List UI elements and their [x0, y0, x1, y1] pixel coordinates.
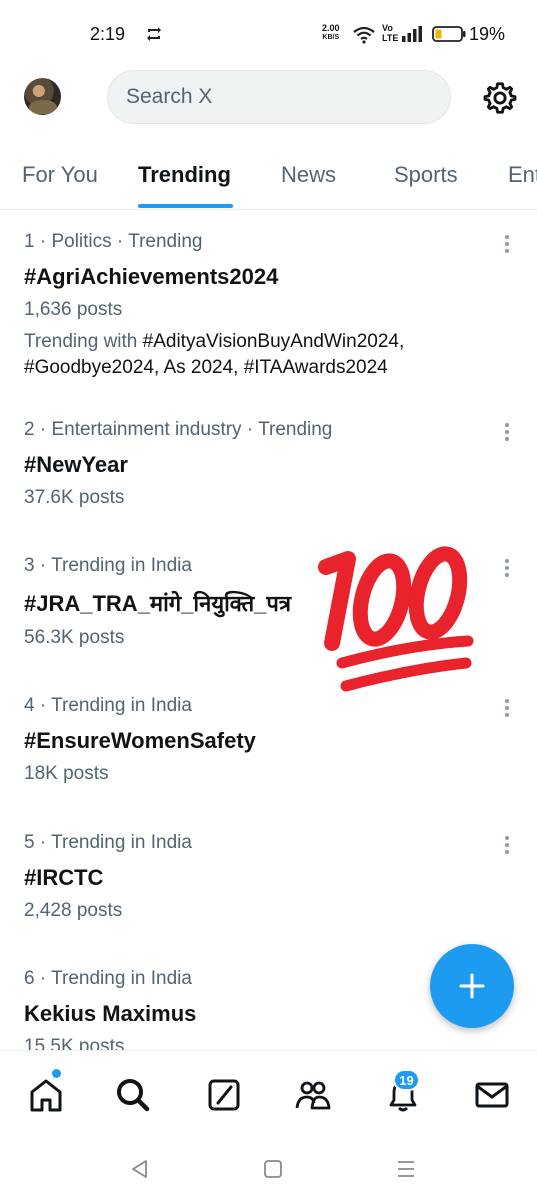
explore-tabs: For You Trending News Sports Ent — [0, 140, 537, 210]
trend-name: #EnsureWomenSafety — [24, 728, 256, 753]
trend-name: #JRA_TRA_मांगे_नियुक्ति_पत्र — [24, 591, 291, 616]
home-icon[interactable] — [26, 1075, 66, 1115]
network-speed: 2.00 KB/S — [322, 23, 340, 43]
search-icon[interactable] — [113, 1075, 153, 1115]
search-placeholder: Search X — [126, 85, 213, 108]
grok-icon[interactable] — [204, 1075, 244, 1115]
status-time: 2:19 — [90, 24, 126, 44]
wifi-icon — [353, 26, 375, 44]
trend-name: #AgriAchievements2024 — [24, 264, 279, 289]
search-input[interactable]: Search X — [107, 70, 451, 124]
trend-post-count: 18K posts — [24, 763, 109, 784]
trending-with-prefix: Trending with — [24, 331, 143, 352]
home-unread-dot — [52, 1069, 61, 1078]
trend-post-count: 1,636 posts — [24, 299, 123, 320]
trend-item[interactable]: 2 · Entertainment industry · Trending #N… — [0, 419, 537, 519]
network-speed-unit: KB/S — [322, 34, 340, 41]
home-button-icon[interactable] — [260, 1156, 286, 1182]
volte-top: Vo — [382, 23, 393, 33]
status-bar: 2:19 2.00 KB/S Vo LTE 19% — [0, 0, 537, 70]
tab-news[interactable]: News — [281, 162, 336, 188]
tab-entertainment[interactable]: Ent — [508, 162, 537, 188]
plus-icon — [459, 973, 485, 999]
tab-trending[interactable]: Trending — [138, 162, 231, 188]
trend-item[interactable]: 5 · Trending in India #IRCTC 2,428 posts — [0, 832, 537, 932]
volte-bottom: LTE — [382, 33, 399, 43]
communities-icon[interactable] — [293, 1075, 333, 1115]
compose-button[interactable] — [430, 944, 514, 1028]
active-tab-indicator — [138, 204, 233, 208]
trend-item[interactable]: 4 · Trending in India #EnsureWomenSafety… — [0, 695, 537, 795]
trend-name: #IRCTC — [24, 865, 104, 890]
battery-icon — [432, 26, 466, 42]
trend-meta: 5 · Trending in India — [24, 832, 192, 853]
top-header: Search X — [0, 68, 537, 128]
back-icon[interactable] — [127, 1156, 153, 1182]
trend-meta: 4 · Trending in India — [24, 695, 192, 716]
battery-percent: 19% — [469, 24, 506, 44]
more-vertical-icon[interactable] — [497, 697, 517, 719]
network-speed-value: 2.00 — [322, 23, 340, 33]
more-vertical-icon[interactable] — [497, 421, 517, 443]
trend-meta: 6 · Trending in India — [24, 968, 192, 989]
recents-icon[interactable] — [393, 1156, 419, 1182]
trend-post-count: 37.6K posts — [24, 487, 125, 508]
tab-for-you[interactable]: For You — [22, 162, 98, 188]
trend-item[interactable]: 1 · Politics · Trending #AgriAchievement… — [0, 231, 537, 391]
gear-icon[interactable] — [482, 80, 518, 116]
more-vertical-icon[interactable] — [497, 834, 517, 856]
bottom-nav: 19 — [0, 1050, 537, 1136]
trend-meta: 2 · Entertainment industry · Trending — [24, 419, 333, 440]
trend-meta: 3 · Trending in India — [24, 555, 192, 576]
trend-post-count: 56.3K posts — [24, 627, 125, 648]
trending-with: Trending with #AdityaVisionBuyAndWin2024… — [24, 329, 444, 381]
signal-icon — [402, 26, 422, 42]
trend-name: Kekius Maximus — [24, 1001, 197, 1026]
sync-icon — [147, 27, 161, 41]
avatar[interactable] — [24, 78, 61, 115]
more-vertical-icon[interactable] — [497, 557, 517, 579]
trend-name: #NewYear — [24, 452, 128, 477]
trend-post-count: 15.5K posts — [24, 1036, 125, 1050]
mail-icon[interactable] — [472, 1075, 512, 1115]
more-vertical-icon[interactable] — [497, 233, 517, 255]
notifications-badge: 19 — [393, 1069, 420, 1091]
hundred-points-emoji — [318, 546, 474, 692]
tab-sports[interactable]: Sports — [394, 162, 458, 188]
trend-meta: 1 · Politics · Trending — [24, 231, 203, 252]
volte-indicator: Vo LTE — [382, 23, 398, 43]
system-navigation-bar — [0, 1136, 537, 1200]
trend-post-count: 2,428 posts — [24, 900, 123, 921]
